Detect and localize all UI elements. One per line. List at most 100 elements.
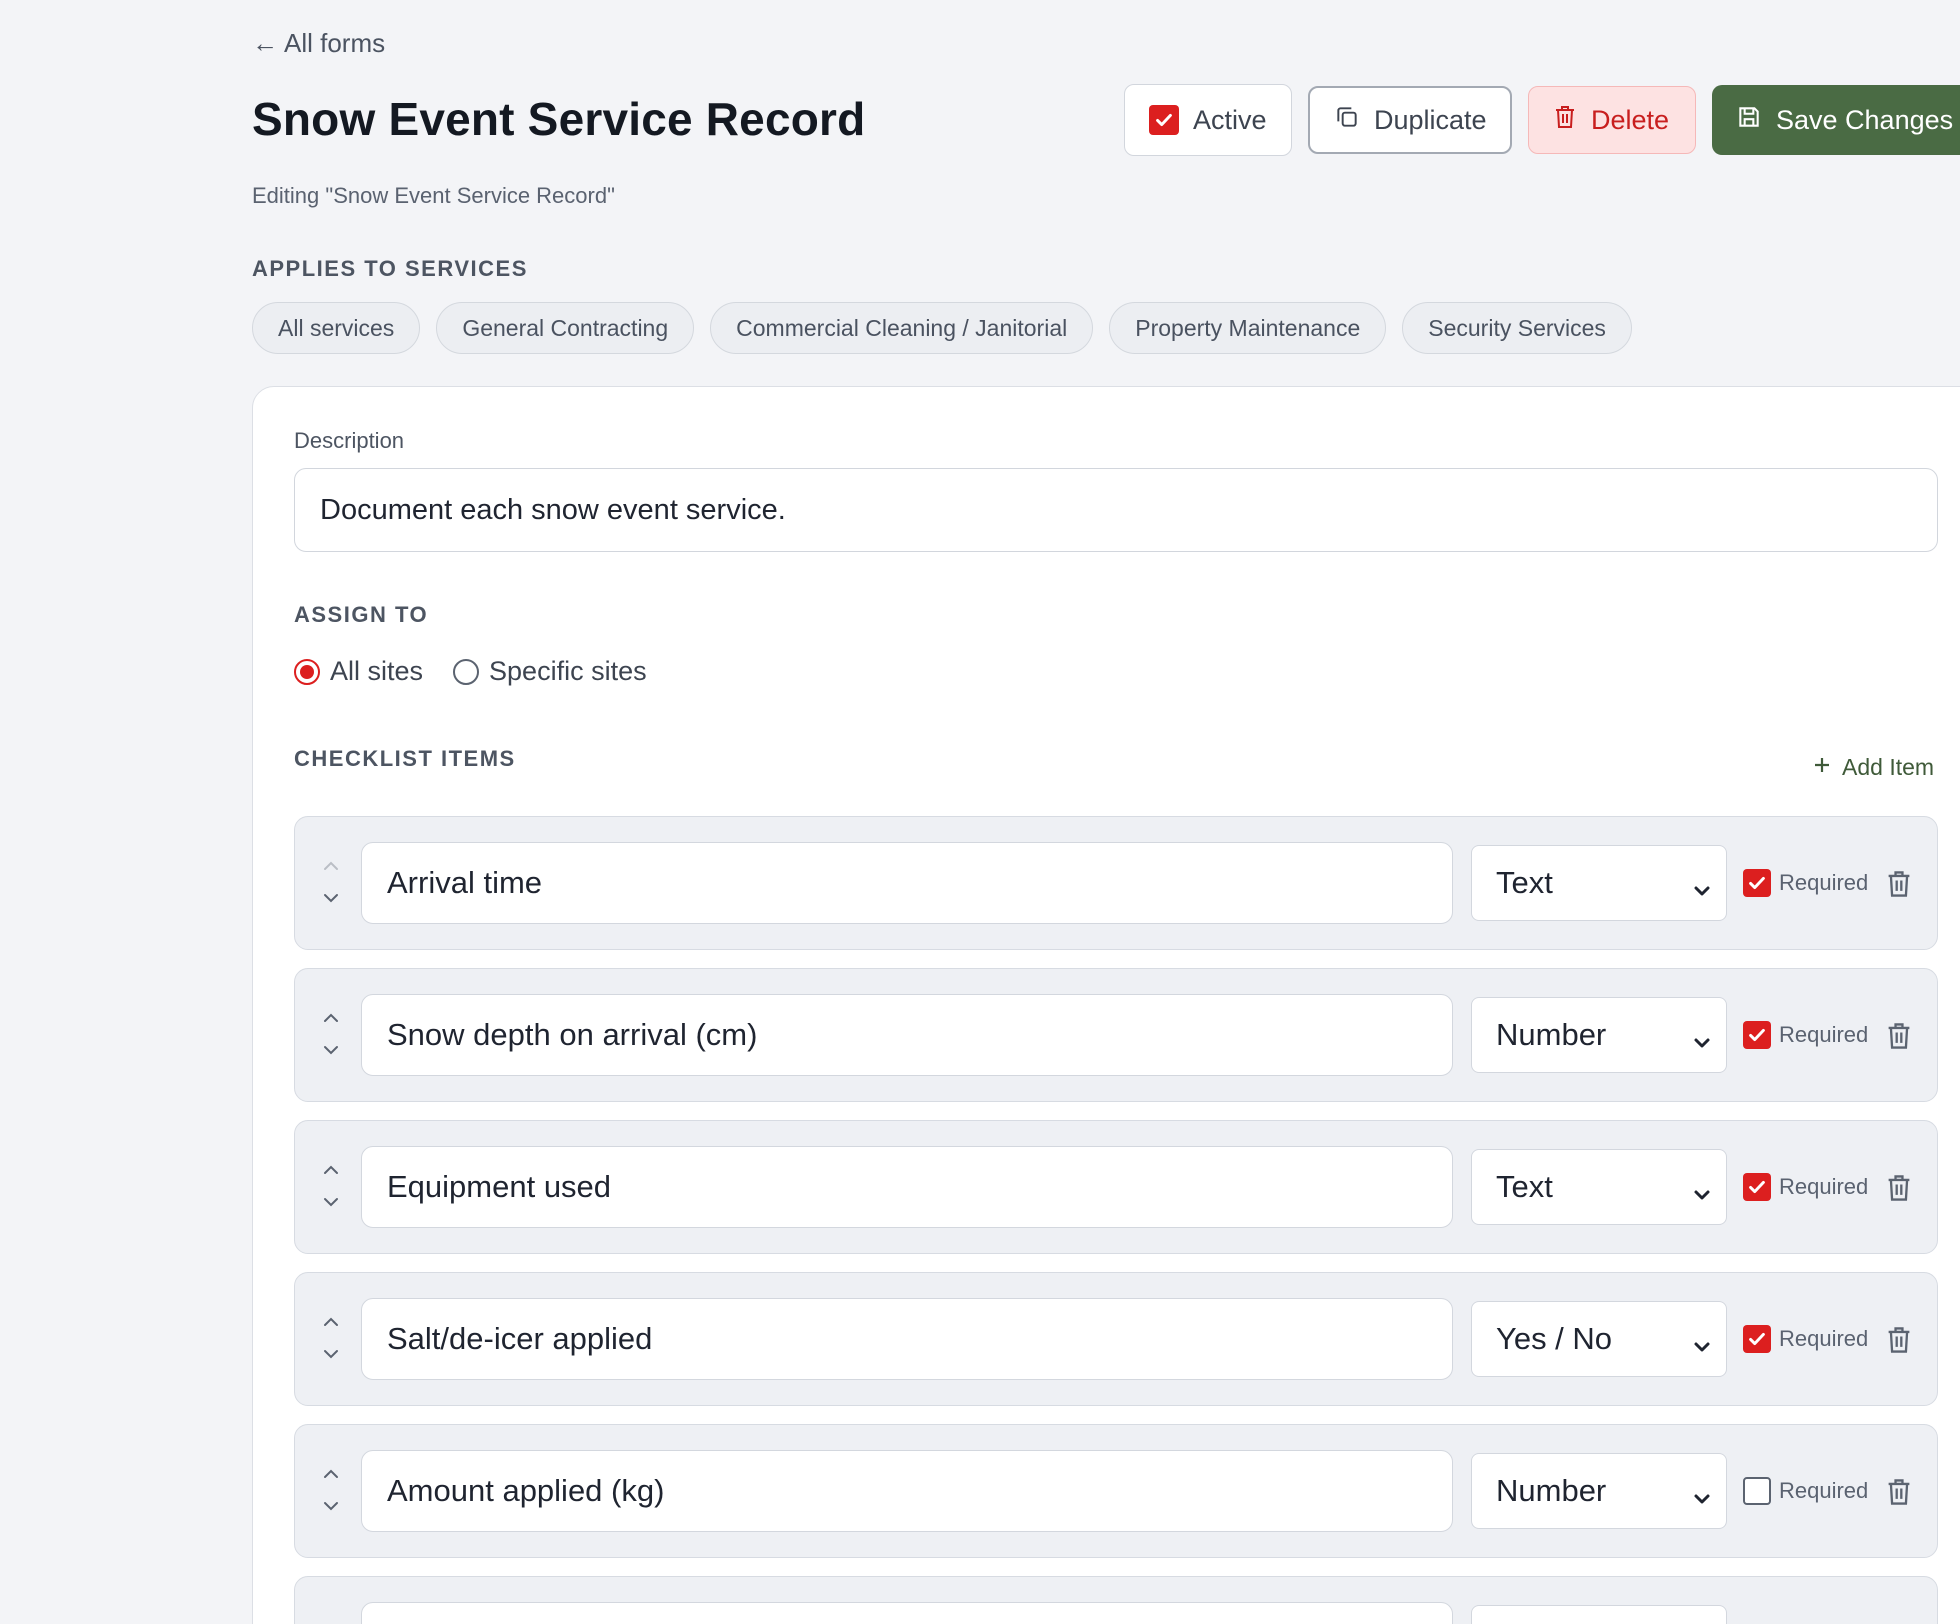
chip-all-services[interactable]: All services <box>252 302 421 354</box>
chip-commercial-cleaning[interactable]: Commercial Cleaning / Janitorial <box>710 302 1094 354</box>
assign-to-radio-group: All sites Specific sites <box>294 656 647 687</box>
required-label: Required <box>1779 1326 1869 1351</box>
chevron-down-icon <box>1692 1025 1712 1048</box>
radio-specific-sites-label: Specific sites <box>489 656 647 686</box>
checklist-item-type-select[interactable]: Number <box>1471 1453 1727 1529</box>
reorder-controls <box>321 1163 341 1213</box>
required-checkbox[interactable]: Required <box>1743 1173 1868 1201</box>
chevron-up-icon[interactable] <box>322 1315 340 1333</box>
checklist-item-type-select[interactable]: Number <box>1471 997 1727 1073</box>
type-select-value: Number <box>1496 1017 1607 1052</box>
back-link[interactable]: ← All forms <box>252 28 385 59</box>
page-title: Snow Event Service Record <box>252 93 866 145</box>
delete-label: Delete <box>1591 104 1670 135</box>
radio-unselected-icon <box>453 658 480 685</box>
description-input[interactable]: Document each snow event service. <box>294 468 1938 552</box>
required-checkbox[interactable]: Required <box>1743 1021 1868 1049</box>
radio-selected-icon <box>294 658 320 685</box>
duplicate-label: Duplicate <box>1374 104 1487 135</box>
arrow-left-icon: ← <box>252 28 278 58</box>
chip-property-maintenance[interactable]: Property Maintenance <box>1109 302 1387 354</box>
required-checkbox[interactable]: Required <box>1743 869 1868 897</box>
active-label: Active <box>1193 104 1267 135</box>
chevron-up-icon[interactable] <box>322 859 340 877</box>
type-select-value: Yes / No <box>1496 1321 1613 1356</box>
checkbox-checked-icon <box>1149 105 1179 135</box>
checklist-items-label: CHECKLIST ITEMS <box>294 746 516 771</box>
assign-to-label: ASSIGN TO <box>294 602 429 627</box>
type-select-value: Number <box>1496 1473 1607 1508</box>
checkbox-checked-icon <box>1743 1325 1771 1353</box>
chevron-down-icon <box>1692 873 1712 896</box>
type-select-value: Text <box>1496 1169 1553 1204</box>
checklist-item-text-input[interactable]: Amount applied (kg) <box>361 1450 1453 1532</box>
checkbox-checked-icon <box>1743 1173 1771 1201</box>
header-actions: Active Duplicate Delete Save Changes <box>1124 84 1960 156</box>
required-label: Required <box>1779 870 1869 895</box>
chevron-up-icon[interactable] <box>322 1011 340 1029</box>
add-item-label: Add Item <box>1842 754 1935 780</box>
duplicate-button[interactable]: Duplicate <box>1308 86 1512 154</box>
trash-icon[interactable] <box>1885 1477 1913 1507</box>
chevron-down-icon <box>1692 1177 1712 1200</box>
chevron-down-icon <box>1692 1329 1712 1352</box>
checklist-item-row: Snow depth on arrival (cm) Number Required <box>294 968 1938 1102</box>
required-checkbox[interactable]: Required <box>1743 1325 1868 1353</box>
required-checkbox[interactable]: Required <box>1743 1477 1868 1505</box>
service-chips: All services General Contracting Commerc… <box>252 302 1632 354</box>
trash-icon[interactable] <box>1885 1021 1913 1051</box>
chevron-down-icon[interactable] <box>322 1195 340 1213</box>
checklist-item-type-select[interactable] <box>1471 1605 1727 1624</box>
plus-icon <box>1812 754 1832 781</box>
checklist-item-row: Arrival time Text Required <box>294 816 1938 950</box>
radio-all-sites[interactable]: All sites <box>294 656 423 687</box>
reorder-controls <box>321 1011 341 1061</box>
checklist-item-type-select[interactable]: Text <box>1471 845 1727 921</box>
save-changes-button[interactable]: Save Changes <box>1712 85 1960 155</box>
checklist-item-row <box>294 1576 1938 1624</box>
chevron-down-icon[interactable] <box>322 1347 340 1365</box>
add-item-button[interactable]: Add Item <box>1812 754 1934 781</box>
save-label: Save Changes <box>1776 104 1954 135</box>
checklist-item-type-select[interactable]: Yes / No <box>1471 1301 1727 1377</box>
chevron-up-icon[interactable] <box>322 1163 340 1181</box>
delete-button[interactable]: Delete <box>1528 86 1696 154</box>
chip-general-contracting[interactable]: General Contracting <box>436 302 695 354</box>
checklist-item-text-input[interactable]: Salt/de-icer applied <box>361 1298 1453 1380</box>
required-label: Required <box>1779 1174 1869 1199</box>
checkbox-unchecked-icon <box>1743 1477 1771 1505</box>
checklist-item-type-select[interactable]: Text <box>1471 1149 1727 1225</box>
chevron-up-icon[interactable] <box>322 1467 340 1485</box>
chevron-down-icon[interactable] <box>322 1499 340 1517</box>
checklist-item-text-input[interactable]: Arrival time <box>361 842 1453 924</box>
reorder-controls <box>321 1315 341 1365</box>
back-link-label: All forms <box>284 28 386 58</box>
chip-security-services[interactable]: Security Services <box>1402 302 1632 354</box>
checklist-item-text-input[interactable]: Snow depth on arrival (cm) <box>361 994 1453 1076</box>
trash-icon[interactable] <box>1885 1173 1913 1203</box>
page-subtitle: Editing "Snow Event Service Record" <box>252 183 615 208</box>
checklist-item-row: Salt/de-icer applied Yes / No Required <box>294 1272 1938 1406</box>
type-select-value: Text <box>1496 865 1553 900</box>
chevron-down-icon[interactable] <box>322 1043 340 1061</box>
copy-icon <box>1334 104 1360 137</box>
checklist-item-row: Equipment used Text Required <box>294 1120 1938 1254</box>
services-section-label: APPLIES TO SERVICES <box>252 256 528 281</box>
checkbox-checked-icon <box>1743 869 1771 897</box>
chevron-down-icon[interactable] <box>322 891 340 909</box>
checklist-item-row: Amount applied (kg) Number Required <box>294 1424 1938 1558</box>
reorder-controls <box>321 859 341 909</box>
chevron-down-icon <box>1692 1481 1712 1504</box>
checkbox-checked-icon <box>1743 1021 1771 1049</box>
trash-icon[interactable] <box>1885 1325 1913 1355</box>
checklist-item-text-input[interactable] <box>361 1602 1453 1624</box>
radio-specific-sites[interactable]: Specific sites <box>453 656 647 687</box>
active-toggle[interactable]: Active <box>1124 84 1292 156</box>
trash-icon <box>1553 104 1577 137</box>
required-label: Required <box>1779 1022 1869 1047</box>
description-label: Description <box>294 428 405 453</box>
trash-icon[interactable] <box>1885 869 1913 899</box>
radio-all-sites-label: All sites <box>330 656 424 686</box>
checklist-item-text-input[interactable]: Equipment used <box>361 1146 1453 1228</box>
form-editor-page: ← All forms Snow Event Service Record Ed… <box>0 0 1960 1624</box>
